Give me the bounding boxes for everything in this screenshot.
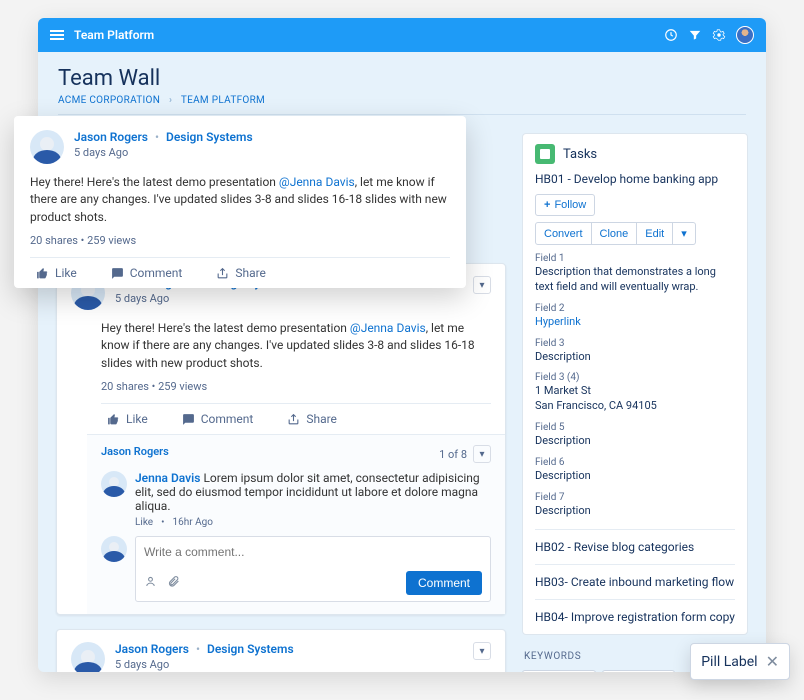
mention-link[interactable]: @Jenna Davis [350, 321, 426, 335]
feed-post-floating: Jason Rogers • Design Systems 5 days Ago… [14, 116, 466, 288]
comments-pager: 1 of 8 [439, 448, 467, 461]
breadcrumb: ACME CORPORATION › TEAM PLATFORM [58, 95, 746, 115]
avatar[interactable] [71, 642, 105, 672]
post-menu-button[interactable]: ▾ [473, 276, 491, 294]
share-button[interactable]: Share [281, 404, 343, 434]
attach-icon[interactable] [167, 575, 180, 592]
post-stats: 20 shares • 259 views [101, 380, 491, 393]
author-link[interactable]: Jason Rogers [74, 130, 148, 144]
floating-pill[interactable]: Pill Label ✕ [690, 643, 790, 680]
avatar[interactable] [101, 471, 127, 497]
field-value: Description that demonstrates a long tex… [535, 265, 735, 295]
edit-button[interactable]: Edit [637, 222, 673, 245]
app-title: Team Platform [74, 28, 154, 42]
tasks-icon [535, 144, 555, 164]
comment-composer: Comment [101, 536, 491, 602]
field-label: Field 3 (4) [535, 372, 735, 383]
post-menu-button[interactable]: ▾ [473, 642, 491, 660]
tasks-panel: Tasks HB01 - Develop home banking app Fo… [522, 133, 748, 635]
gear-icon[interactable] [712, 28, 726, 42]
comment-button[interactable]: Comment [176, 404, 260, 434]
task-main-title[interactable]: HB01 - Develop home banking app [535, 172, 735, 186]
page-title: Team Wall [58, 66, 746, 91]
comments-expand[interactable]: Jason Rogers [101, 445, 169, 463]
crumb-2[interactable]: TEAM PLATFORM [181, 95, 265, 106]
keyword-pill[interactable]: Pill Label✕ [602, 670, 676, 672]
keyword-pill[interactable]: Pill Label✕ [522, 670, 596, 672]
comment-button[interactable]: Comment [105, 258, 189, 288]
like-button[interactable]: Like [30, 258, 83, 288]
convert-button[interactable]: Convert [535, 222, 592, 245]
comment-send-button[interactable]: Comment [406, 571, 482, 595]
crumb-1[interactable]: ACME CORPORATION [58, 95, 160, 106]
field-label: Field 2 [535, 303, 735, 314]
close-icon[interactable]: ✕ [766, 652, 779, 671]
task-more-button[interactable]: ▾ [673, 222, 696, 245]
field-value[interactable]: Hyperlink [535, 315, 735, 330]
feed-post: Jason Rogers • Design Systems 5 days Ago… [56, 629, 506, 672]
comment: Jenna Davis Lorem ipsum dolor sit amet, … [101, 471, 491, 528]
group-link[interactable]: Design Systems [166, 130, 253, 144]
post-time: 5 days Ago [115, 292, 463, 305]
field-value: Description [535, 434, 735, 449]
comment-time: 16hr Ago [172, 517, 212, 528]
mention-icon[interactable] [144, 575, 157, 592]
task-item[interactable]: HB02 - Revise blog categories [535, 529, 735, 554]
field-label: Field 5 [535, 422, 735, 433]
group-link[interactable]: Design Systems [207, 642, 294, 656]
tasks-title: Tasks [563, 147, 597, 162]
post-body: Hey there! Here's the latest demo presen… [101, 320, 491, 372]
filter-icon[interactable] [688, 28, 702, 42]
author-link[interactable]: Jason Rogers [115, 642, 189, 656]
field-value: Description [535, 504, 735, 519]
post-time: 5 days Ago [115, 658, 463, 671]
task-item[interactable]: HB03- Create inbound marketing flow [535, 564, 735, 589]
field-label: Field 3 [535, 338, 735, 349]
task-item[interactable]: HB04- Improve registration form copy [535, 599, 735, 624]
like-button[interactable]: Like [101, 404, 154, 434]
field-value: 1 Market St San Francisco, CA 94105 [535, 384, 735, 414]
field-value: Description [535, 469, 735, 484]
comments-menu-button[interactable]: ▾ [473, 445, 491, 463]
share-button[interactable]: Share [210, 258, 272, 288]
clone-button[interactable]: Clone [592, 222, 638, 245]
feed-post: Jason Rogers • Design Systems 5 days Ago… [56, 263, 506, 615]
topbar: Team Platform [38, 18, 766, 52]
user-avatar[interactable] [736, 26, 754, 44]
follow-button[interactable]: Follow [535, 194, 595, 216]
post-time: 5 days Ago [74, 146, 450, 159]
post-stats: 20 shares • 259 views [30, 234, 450, 247]
mention-link[interactable]: @Jenna Davis [279, 175, 355, 189]
field-label: Field 6 [535, 457, 735, 468]
clock-icon[interactable] [664, 28, 678, 42]
field-label: Field 7 [535, 492, 735, 503]
avatar[interactable] [30, 130, 64, 164]
post-body: Hey there! Here's the latest demo presen… [30, 174, 450, 226]
menu-icon[interactable] [50, 28, 64, 42]
avatar[interactable] [101, 536, 127, 562]
page-header: Team Wall ACME CORPORATION › TEAM PLATFO… [38, 52, 766, 123]
comment-like[interactable]: Like [135, 517, 153, 528]
field-label: Field 1 [535, 253, 735, 264]
comment-author[interactable]: Jenna Davis [135, 471, 200, 485]
field-value: Description [535, 350, 735, 365]
comment-input[interactable] [144, 543, 482, 561]
